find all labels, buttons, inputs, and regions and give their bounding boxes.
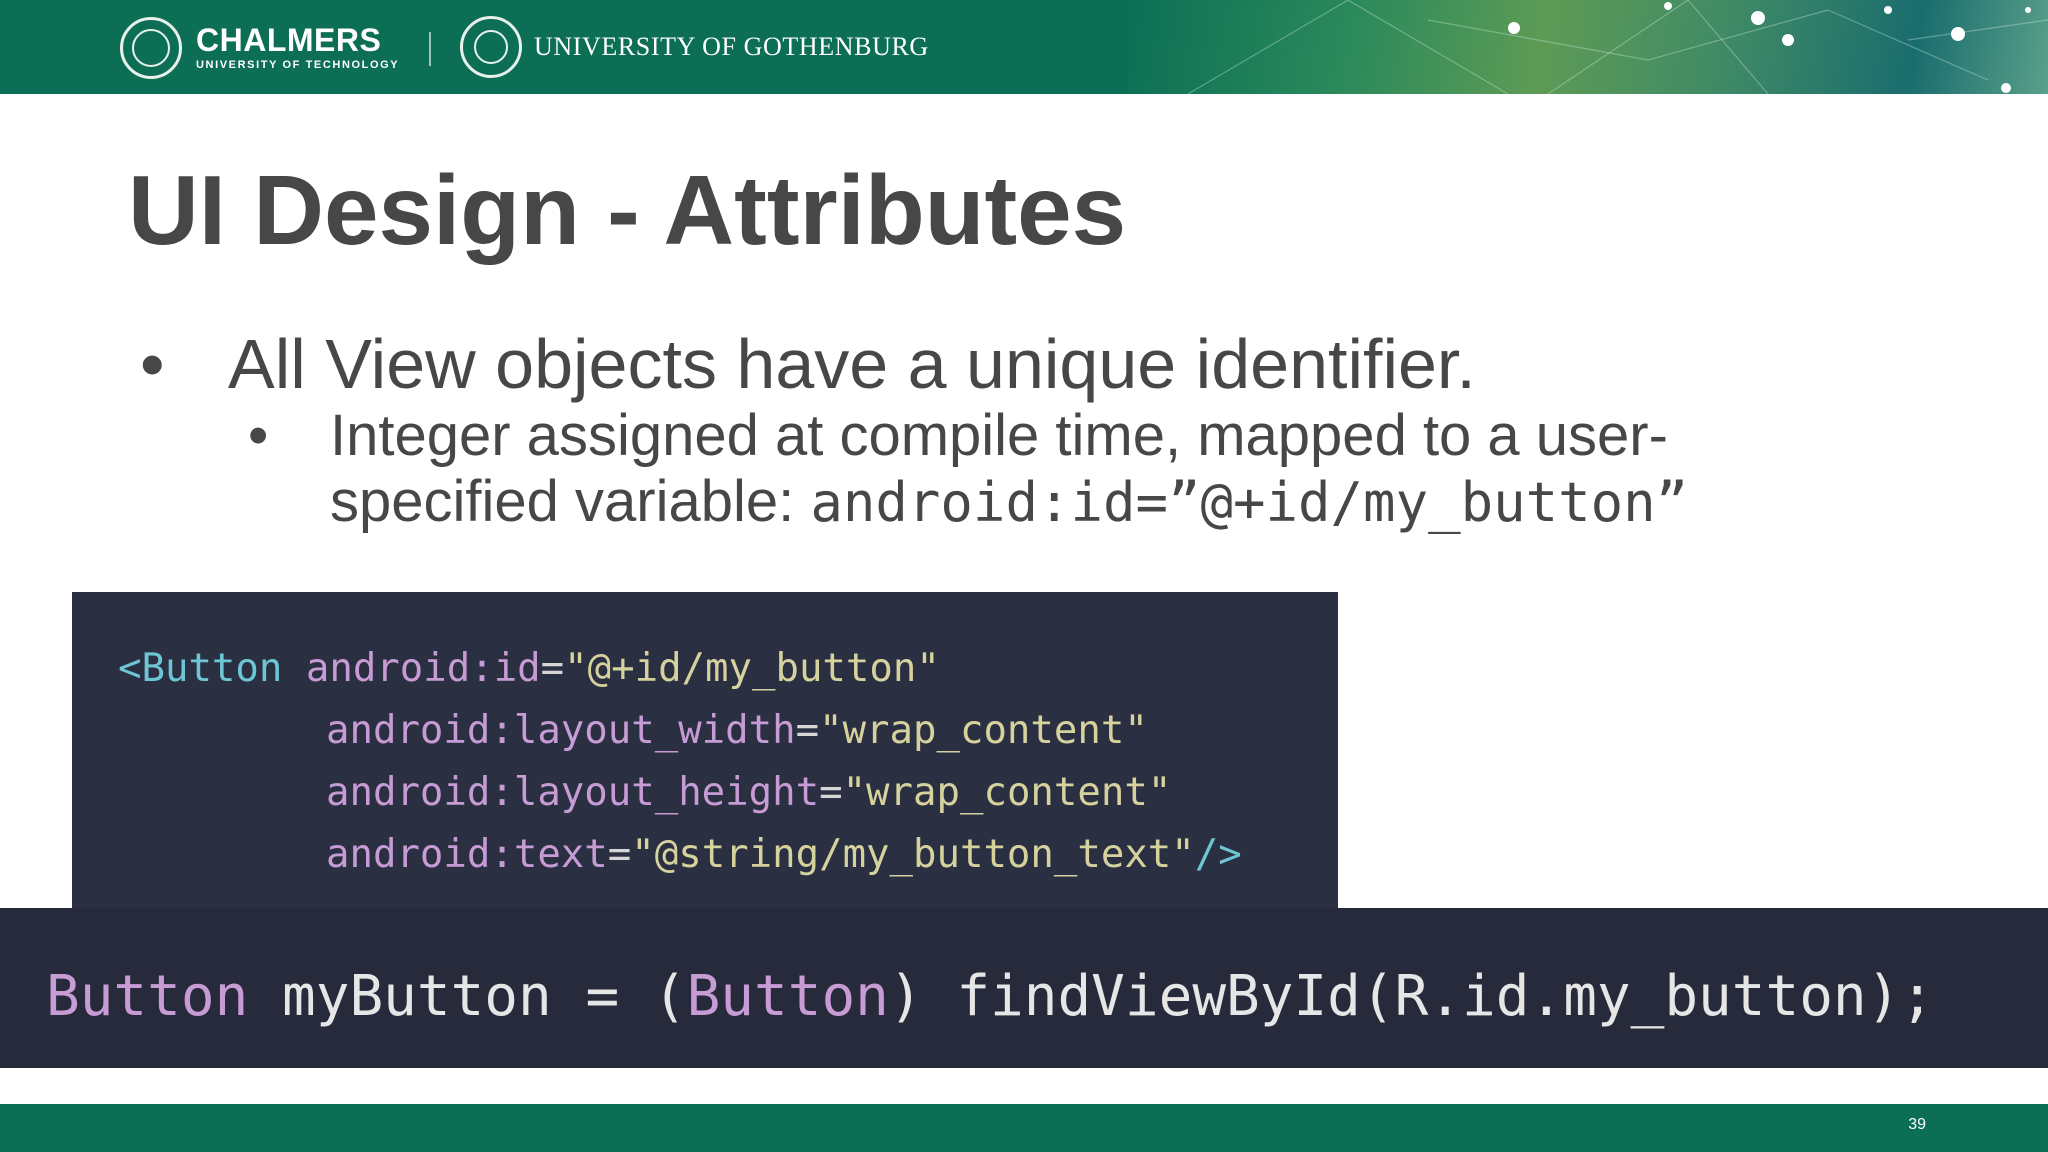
code-attr: android:text [326, 832, 608, 877]
bullet-2-text: Integer assigned at compile time, mapped… [330, 403, 1830, 536]
gothenburg-logo: UNIVERSITY OF GOTHENBURG [460, 16, 929, 78]
code-attr: android:layout_width [326, 708, 796, 753]
code-attr: android:id [305, 646, 541, 691]
gothenburg-name: UNIVERSITY OF GOTHENBURG [534, 32, 929, 61]
code-string: "@string/my_button_text" [631, 832, 1195, 877]
chalmers-name: CHALMERS [196, 22, 382, 58]
code-string: "wrap_content" [819, 708, 1148, 753]
bullet-1-text: All View objects have a unique identifie… [228, 325, 1476, 403]
java-code-line: Button myButton = (Button) findViewById(… [46, 964, 1934, 1029]
code-line-1: <Button android:id="@+id/my_button" [118, 638, 940, 700]
bullet-dot-icon: • [248, 403, 269, 468]
code-tag: <Button [118, 646, 283, 691]
bullet-2-inline-code: android:id=”@+id/my_button” [810, 471, 1689, 534]
logo-divider [429, 32, 431, 66]
chalmers-logo: CHALMERS UNIVERSITY OF TECHNOLOGY [120, 17, 400, 79]
code-eq: = [540, 646, 565, 691]
code-line-2: android:layout_width="wrap_content" [326, 700, 1148, 762]
code-tag-close: /> [1194, 832, 1242, 877]
code-string: "@+id/my_button" [564, 646, 940, 691]
code-text: ) findViewById(R.id.my_button); [888, 964, 1935, 1029]
code-eq: = [819, 770, 843, 815]
code-text: myButton = ( [248, 964, 687, 1029]
code-string: "wrap_content" [842, 770, 1172, 815]
slide-title: UI Design - Attributes [128, 155, 1127, 265]
chalmers-subtitle: UNIVERSITY OF TECHNOLOGY [196, 59, 400, 71]
code-line-4: android:text="@string/my_button_text"/> [326, 824, 1242, 886]
footer-band: 39 [0, 1104, 2048, 1152]
code-type: Button [686, 964, 889, 1029]
code-eq: = [795, 708, 820, 753]
bullet-dot-icon: • [140, 325, 165, 403]
xml-code-block: <Button android:id="@+id/my_button" andr… [72, 592, 1338, 910]
page-number: 39 [1908, 1116, 1926, 1133]
code-eq: = [607, 832, 632, 877]
code-type: Button [46, 964, 249, 1029]
code-attr: android:layout_height [326, 770, 820, 815]
header-decorative-network-graphic [1128, 0, 2048, 94]
gothenburg-seal-icon [460, 16, 522, 78]
chalmers-seal-icon [120, 17, 182, 79]
header-band: CHALMERS UNIVERSITY OF TECHNOLOGY UNIVER… [0, 0, 2048, 94]
java-code-block: Button myButton = (Button) findViewById(… [0, 908, 2048, 1068]
code-line-3: android:layout_height="wrap_content" [326, 762, 1171, 824]
